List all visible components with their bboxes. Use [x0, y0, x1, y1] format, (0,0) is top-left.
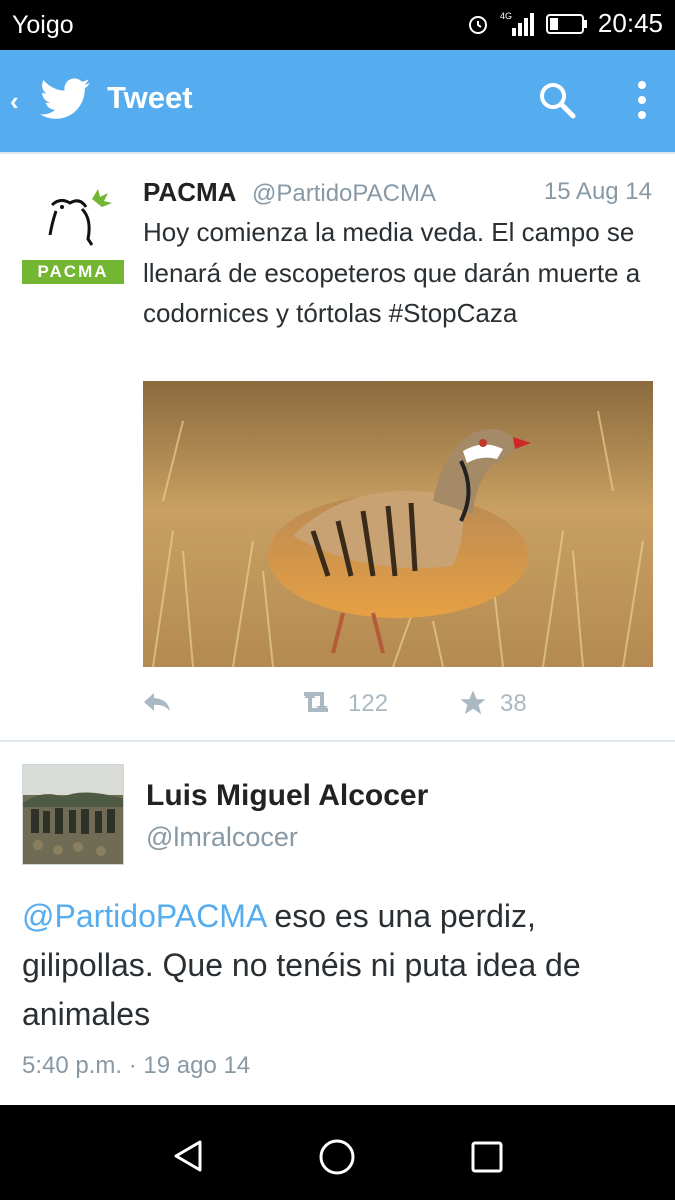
logo-text: PACMA	[22, 260, 124, 284]
clock: 20:45	[597, 8, 663, 38]
tweet-text: Hoy comienza la media veda. El campo se …	[143, 217, 641, 328]
favorite-star-icon[interactable]	[458, 688, 488, 725]
author-handle[interactable]: @lmralcocer	[146, 822, 298, 853]
search-icon[interactable]	[537, 80, 577, 125]
reply-text: @PartidoPACMA eso es una perdiz, gilipol…	[22, 892, 652, 1039]
twitter-bird-icon[interactable]	[40, 78, 90, 125]
reply-icon[interactable]	[142, 691, 172, 720]
retweet-count: 122	[348, 690, 389, 717]
nav-back-icon[interactable]	[170, 1138, 206, 1179]
favorite-count: 38	[500, 690, 527, 717]
page-title: Tweet	[107, 80, 193, 115]
nav-home-icon[interactable]	[318, 1138, 356, 1181]
author-name[interactable]: Luis Miguel Alcocer	[146, 779, 428, 813]
app-bar: ‹ Tweet	[0, 50, 675, 152]
pacma-dog-icon	[48, 189, 112, 246]
reply-timestamp: 5:40 p.m. · 19 ago 14	[22, 1052, 251, 1079]
divider	[0, 152, 675, 154]
avatar[interactable]: PACMA	[22, 177, 124, 287]
status-bar: Yoigo 4G 20:45	[0, 0, 675, 50]
tweet-actions: 122 38	[0, 685, 675, 725]
battery-icon	[545, 13, 588, 35]
nav-recents-icon[interactable]	[470, 1140, 504, 1179]
signal-icon: 4G	[500, 10, 536, 38]
author-name[interactable]: PACMA	[143, 177, 236, 208]
avatar-photo	[23, 765, 123, 864]
tweet-photo[interactable]	[143, 381, 653, 667]
alarm-icon	[466, 12, 490, 36]
partridge-photo	[143, 381, 653, 667]
author-handle[interactable]: @PartidoPACMA	[252, 180, 436, 208]
retweet-icon[interactable]	[298, 690, 334, 721]
avatar[interactable]	[22, 764, 124, 865]
status-icons: 4G 20:45	[466, 8, 663, 39]
mention-link[interactable]: @PartidoPACMA	[22, 898, 266, 934]
navigation-bar	[0, 1105, 675, 1200]
reply-tweet[interactable]: Luis Miguel Alcocer @lmralcocer @Partido…	[0, 742, 675, 1105]
carrier-label: Yoigo	[12, 11, 74, 39]
back-icon[interactable]: ‹	[10, 86, 19, 117]
more-vert-icon[interactable]	[635, 80, 649, 125]
tweet-date: 15 Aug 14	[543, 178, 652, 205]
network-type: 4G	[500, 11, 512, 21]
tweet[interactable]: PACMA PACMA @PartidoPACMA 15 Aug 14 Hoy …	[0, 155, 675, 740]
